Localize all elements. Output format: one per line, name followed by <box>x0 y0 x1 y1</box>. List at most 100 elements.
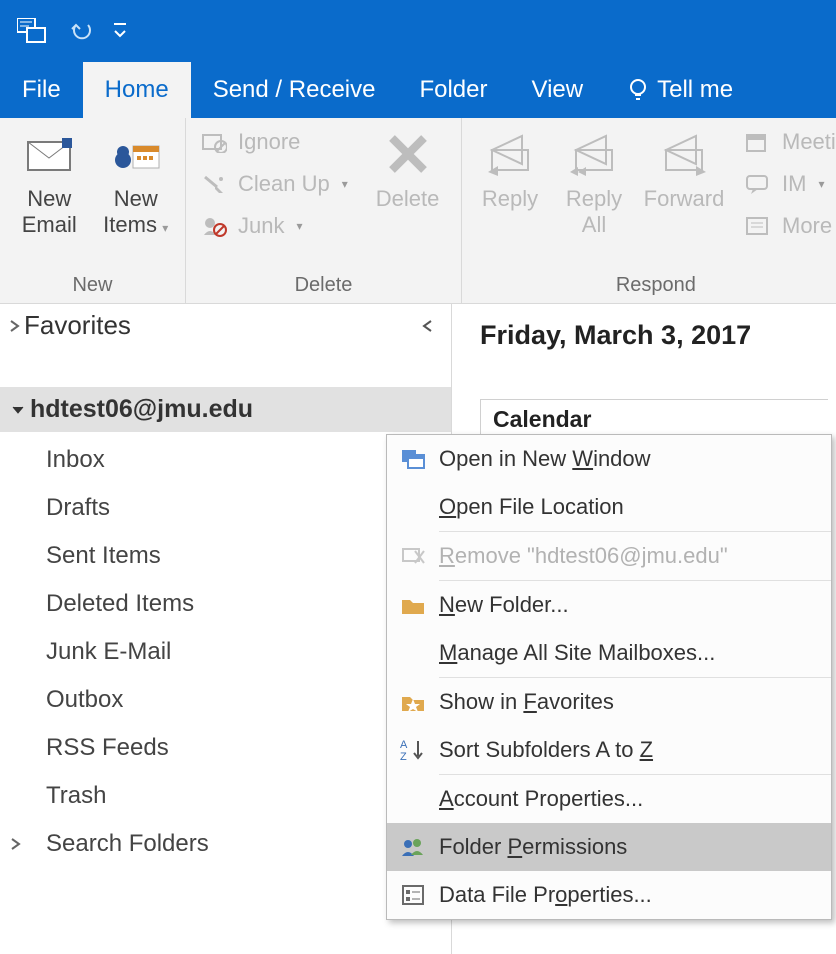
clean-up-label: Clean Up <box>238 171 330 197</box>
ctx-folder-permissions-label: Folder Permissions <box>439 834 627 860</box>
title-bar <box>0 0 836 62</box>
tab-tell-me[interactable]: Tell me <box>605 62 755 118</box>
ctx-open-file-location-label: Open File Location <box>439 494 624 520</box>
undo-icon[interactable] <box>60 9 104 53</box>
ctx-new-folder-label: New Folder... <box>439 592 569 618</box>
ctx-account-properties-label: Account Properties... <box>439 786 643 812</box>
tab-home[interactable]: Home <box>83 62 191 118</box>
collapse-caret-icon[interactable] <box>421 319 435 333</box>
ignore-button[interactable]: Ignore <box>192 126 360 158</box>
properties-icon <box>387 884 439 906</box>
favorite-star-icon <box>387 691 439 713</box>
forward-button[interactable]: Forward <box>636 124 732 212</box>
ctx-sort-subfolders-label: Sort Subfolders A to Z <box>439 737 653 763</box>
clean-up-icon <box>200 170 228 198</box>
junk-button[interactable]: Junk▾ <box>192 210 360 242</box>
im-icon <box>744 170 772 198</box>
app-icon <box>10 9 54 53</box>
ribbon-group-new: New Email New Items ▾ New <box>0 118 186 303</box>
sort-az-icon: AZ <box>387 738 439 762</box>
delete-label: Delete <box>376 186 440 212</box>
tab-view[interactable]: View <box>510 62 606 118</box>
reply-all-icon <box>570 126 618 182</box>
ctx-data-file-properties[interactable]: Data File Properties... <box>387 871 831 919</box>
group-label-new: New <box>0 270 185 303</box>
new-items-icon <box>109 126 163 182</box>
junk-icon <box>200 212 228 240</box>
ctx-account-properties[interactable]: Account Properties... <box>387 775 831 823</box>
ctx-open-file-location[interactable]: Open File Location <box>387 483 831 531</box>
ctx-open-new-window-label: Open in New Window <box>439 446 651 472</box>
folder-deleted-items[interactable]: Deleted Items <box>0 580 451 628</box>
ctx-manage-mailboxes-label: Manage All Site Mailboxes... <box>439 640 715 666</box>
favorites-header[interactable]: Favorites <box>0 304 451 347</box>
ctx-manage-mailboxes[interactable]: Manage All Site Mailboxes... <box>387 629 831 677</box>
folder-inbox[interactable]: Inbox <box>0 436 451 484</box>
account-header[interactable]: hdtest06@jmu.edu <box>0 387 451 432</box>
ribbon-group-delete: Ignore Clean Up▾ Junk▾ Delete Delete <box>186 118 462 303</box>
im-label: IM <box>782 171 806 197</box>
reply-all-label: Reply All <box>566 186 622 239</box>
group-label-delete: Delete <box>186 270 461 303</box>
folder-sent-items[interactable]: Sent Items <box>0 532 451 580</box>
svg-text:Z: Z <box>400 751 407 762</box>
tab-file[interactable]: File <box>0 62 83 118</box>
forward-label: Forward <box>644 186 725 212</box>
ignore-icon <box>200 128 228 156</box>
qat-customize-icon[interactable] <box>110 9 130 53</box>
svg-text:A: A <box>400 739 408 751</box>
new-email-button[interactable]: New Email <box>6 124 93 239</box>
open-window-icon <box>387 448 439 470</box>
ctx-show-favorites-label: Show in Favorites <box>439 689 614 715</box>
chevron-down-icon <box>6 404 30 416</box>
ctx-sort-subfolders[interactable]: AZ Sort Subfolders A to Z <box>387 726 831 774</box>
ctx-folder-permissions[interactable]: Folder Permissions <box>387 823 831 871</box>
folder-search-folders[interactable]: Search Folders <box>0 820 451 868</box>
reply-icon <box>486 126 534 182</box>
account-label: hdtest06@jmu.edu <box>30 395 253 424</box>
ctx-new-folder[interactable]: New Folder... <box>387 581 831 629</box>
folder-list: Inbox Drafts Sent Items Deleted Items Ju… <box>0 432 451 868</box>
ctx-data-file-properties-label: Data File Properties... <box>439 882 652 908</box>
reply-button[interactable]: Reply <box>468 124 552 212</box>
ribbon: New Email New Items ▾ New Ignore Clean U… <box>0 118 836 304</box>
favorites-label: Favorites <box>24 310 421 341</box>
reply-label: Reply <box>482 186 538 212</box>
tab-send-receive[interactable]: Send / Receive <box>191 62 398 118</box>
ignore-label: Ignore <box>238 129 300 155</box>
tab-tell-me-label: Tell me <box>657 76 733 104</box>
meeting-icon <box>744 128 772 156</box>
search-folders-label: Search Folders <box>46 830 209 858</box>
forward-icon <box>660 126 708 182</box>
more-button[interactable]: More <box>736 210 836 242</box>
lightbulb-icon <box>627 77 649 103</box>
date-header: Friday, March 3, 2017 <box>480 320 828 351</box>
reply-all-button[interactable]: Reply All <box>552 124 636 239</box>
meeting-label: Meeti <box>782 129 836 155</box>
delete-icon <box>384 126 432 182</box>
ctx-open-new-window[interactable]: Open in New Window <box>387 435 831 483</box>
folder-junk-email[interactable]: Junk E-Mail <box>0 628 451 676</box>
junk-label: Junk <box>238 213 284 239</box>
ribbon-group-respond: Reply Reply All Forward Meeti IM▾ <box>462 118 836 303</box>
delete-button[interactable]: Delete <box>360 124 455 212</box>
context-menu: Open in New Window Open File Location Re… <box>386 434 832 920</box>
folder-rss-feeds[interactable]: RSS Feeds <box>0 724 451 772</box>
clean-up-button[interactable]: Clean Up▾ <box>192 168 360 200</box>
ctx-show-favorites[interactable]: Show in Favorites <box>387 678 831 726</box>
remove-icon <box>387 545 439 567</box>
im-button[interactable]: IM▾ <box>736 168 836 200</box>
more-icon <box>744 212 772 240</box>
people-icon <box>387 836 439 858</box>
new-items-button[interactable]: New Items ▾ <box>93 124 180 239</box>
new-folder-icon <box>387 594 439 616</box>
meeting-button[interactable]: Meeti <box>736 126 836 158</box>
folder-trash[interactable]: Trash <box>0 772 451 820</box>
navigation-pane: Favorites hdtest06@jmu.edu Inbox Drafts … <box>0 304 452 954</box>
folder-outbox[interactable]: Outbox <box>0 676 451 724</box>
folder-drafts[interactable]: Drafts <box>0 484 451 532</box>
tab-folder[interactable]: Folder <box>397 62 509 118</box>
new-items-label: New Items ▾ <box>103 186 168 239</box>
chevron-right-icon <box>10 837 28 851</box>
ctx-remove-account: Remove "hdtest06@jmu.edu" <box>387 532 831 580</box>
